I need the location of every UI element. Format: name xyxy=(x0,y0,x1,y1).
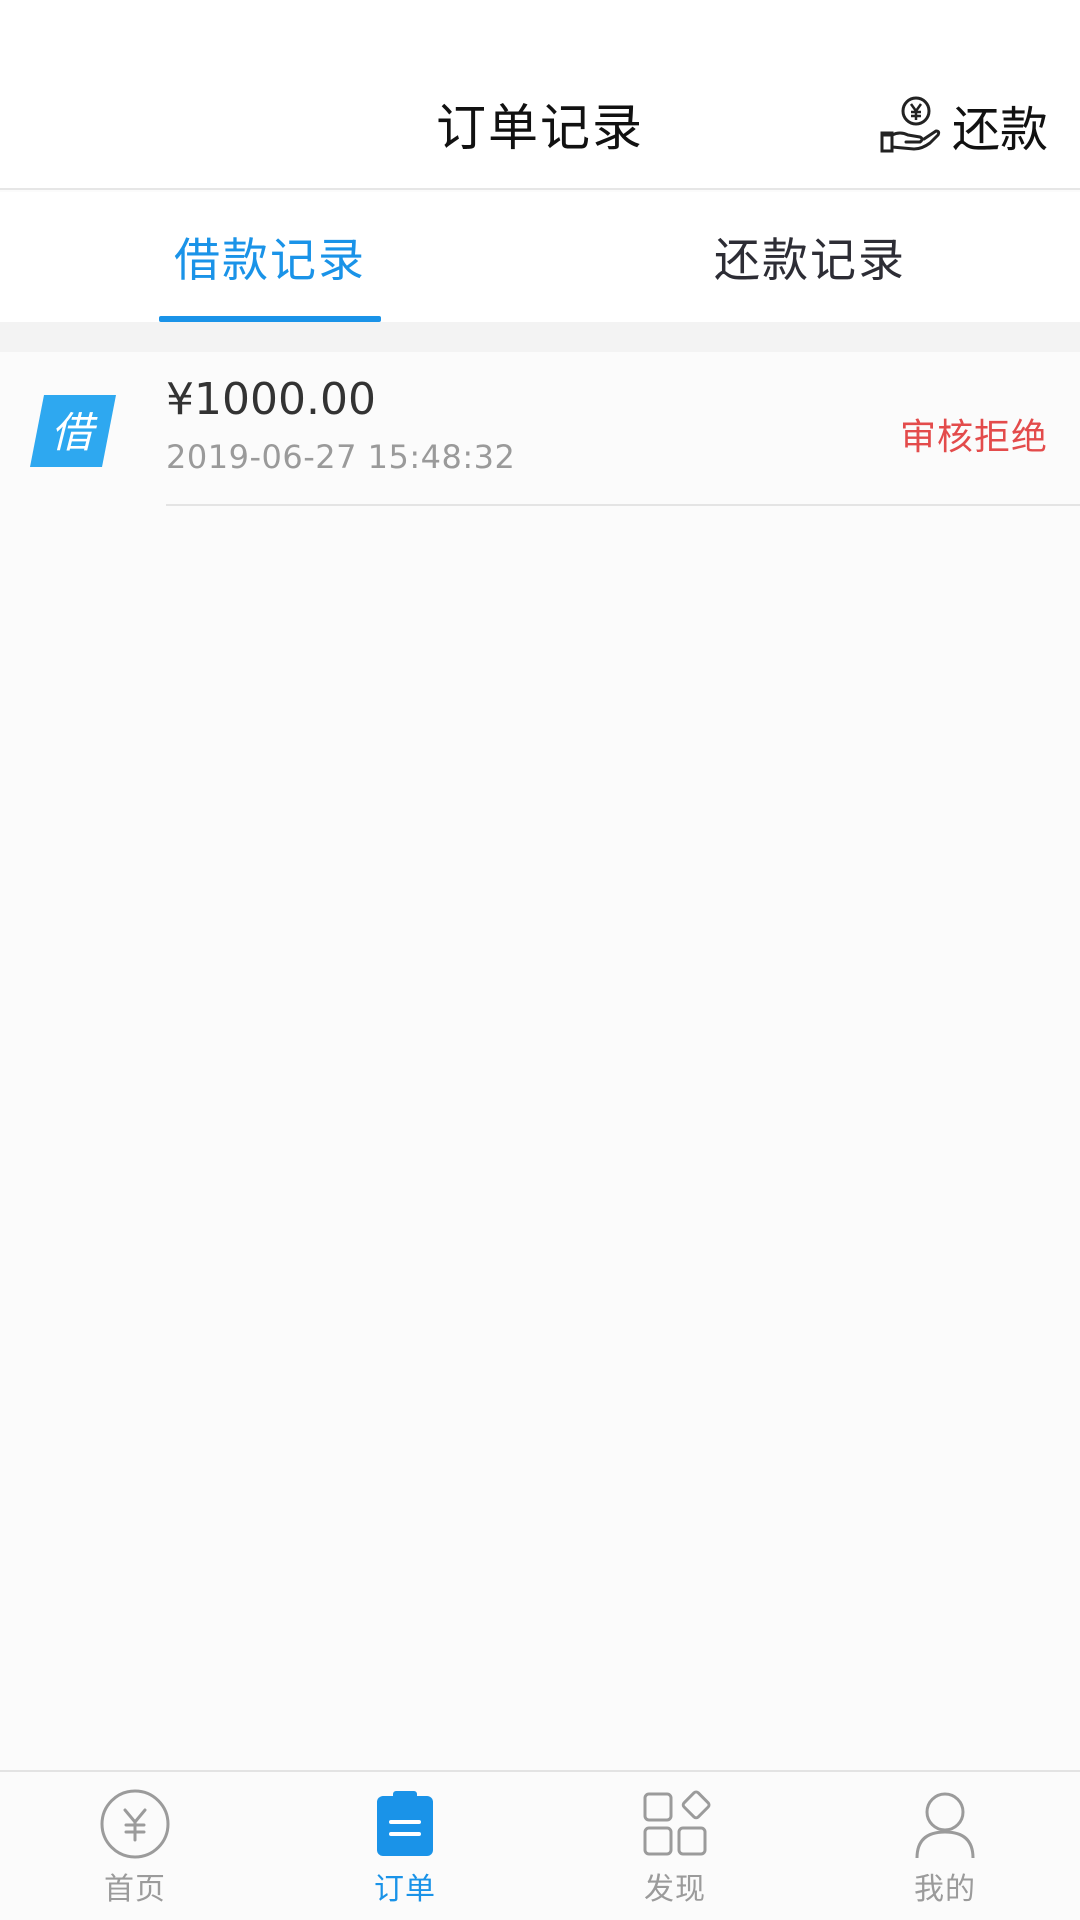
repay-button[interactable]: 还款 xyxy=(878,92,1048,158)
record-amount: ¥1000.00 xyxy=(166,374,376,425)
record-tabs: 借款记录 还款记录 xyxy=(0,192,1080,322)
app: 订单记录 还款 借款记录 还款记录 借 ¥1000.00 2019-06-27 … xyxy=(0,0,1080,1920)
clipboard-icon xyxy=(377,1791,433,1856)
divider xyxy=(166,504,1080,506)
section-gap xyxy=(0,322,1080,352)
grid-icon xyxy=(643,1790,711,1856)
nav-label: 首页 xyxy=(104,1872,166,1907)
tab-borrow-records[interactable]: 借款记录 xyxy=(0,192,540,322)
nav-item-orders[interactable]: 订单 xyxy=(270,1772,540,1920)
hand-yen-icon xyxy=(880,96,941,153)
list-item[interactable]: 借 ¥1000.00 2019-06-27 15:48:32 审核拒绝 xyxy=(0,352,1080,506)
bottom-nav: 首页 订单 发现 我的 xyxy=(0,1770,1080,1920)
person-icon xyxy=(915,1792,975,1859)
nav-label: 我的 xyxy=(914,1872,976,1907)
record-date: 2019-06-27 15:48:32 xyxy=(166,438,516,476)
svg-text:借: 借 xyxy=(51,408,98,457)
tab-label: 还款记录 xyxy=(714,233,906,287)
record-list: 借 ¥1000.00 2019-06-27 15:48:32 审核拒绝 xyxy=(0,352,1080,506)
nav-item-home[interactable]: 首页 xyxy=(0,1772,270,1920)
nav-label: 订单 xyxy=(374,1872,436,1907)
record-status: 审核拒绝 xyxy=(899,417,1048,458)
nav-label: 发现 xyxy=(644,1872,706,1907)
header: 订单记录 还款 xyxy=(0,0,1080,190)
tab-repay-records[interactable]: 还款记录 xyxy=(540,192,1080,322)
tab-label: 借款记录 xyxy=(174,233,366,287)
nav-item-mine[interactable]: 我的 xyxy=(810,1772,1080,1920)
yen-circle-icon xyxy=(100,1789,170,1859)
borrow-badge-icon: 借 xyxy=(30,395,116,467)
nav-item-discover[interactable]: 发现 xyxy=(540,1772,810,1920)
repay-label: 还款 xyxy=(951,102,1048,158)
